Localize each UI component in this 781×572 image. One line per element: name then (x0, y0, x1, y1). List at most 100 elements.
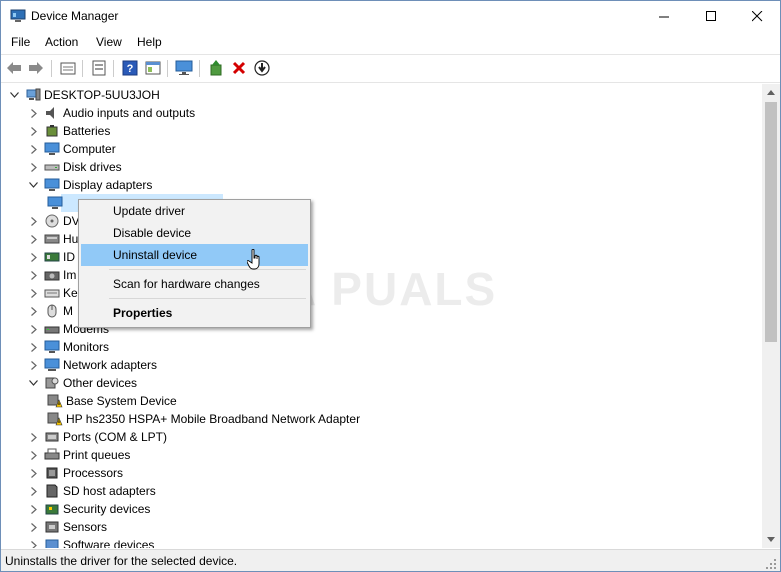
chevron-right-icon[interactable] (28, 108, 39, 119)
update-driver-icon (210, 60, 222, 76)
scroll-thumb[interactable] (765, 102, 777, 342)
tree-item-sd-host-adapters[interactable]: SD host adapters (28, 482, 156, 500)
chevron-right-icon[interactable] (28, 432, 39, 443)
chevron-right-icon[interactable] (28, 504, 39, 515)
tree-item-other-devices[interactable]: Other devices (28, 374, 137, 392)
tree-item-label: Display adapters (63, 178, 153, 192)
chevron-right-icon[interactable] (28, 450, 39, 461)
chevron-right-icon[interactable] (28, 288, 39, 299)
tree-item-sensors[interactable]: Sensors (28, 518, 107, 536)
tree-item-label: Software devices (63, 538, 155, 548)
tree-item-dv[interactable]: DV (28, 212, 80, 230)
chevron-down-icon[interactable] (28, 378, 39, 389)
port-icon (44, 430, 60, 444)
menu-view[interactable]: View (96, 35, 122, 49)
properties-button[interactable] (59, 59, 77, 77)
tree-item-security-devices[interactable]: Security devices (28, 500, 150, 518)
display-device-icon (47, 196, 63, 210)
tree-item-hu[interactable]: Hu (28, 230, 78, 248)
menu-help[interactable]: Help (137, 35, 162, 49)
tree-item-label: M (63, 304, 73, 318)
view-button[interactable] (144, 59, 162, 77)
chevron-right-icon[interactable] (28, 342, 39, 353)
tree-item-label: HP hs2350 HSPA+ Mobile Broadband Network… (66, 412, 361, 426)
chevron-right-icon[interactable] (28, 252, 39, 263)
security-icon (44, 502, 60, 516)
tree-item-label: Computer (63, 142, 116, 156)
chevron-right-icon[interactable] (28, 486, 39, 497)
ide-icon (44, 250, 60, 264)
chevron-right-icon[interactable] (28, 360, 39, 371)
minimize-button[interactable] (641, 1, 687, 32)
tree-item-id[interactable]: ID (28, 248, 75, 266)
monitor-button[interactable] (175, 59, 193, 77)
menu-item-update-driver[interactable]: Update driver (81, 200, 308, 222)
tree-item-computer[interactable]: Computer (28, 140, 116, 158)
battery-icon (44, 124, 60, 138)
status-text: Uninstalls the driver for the selected d… (5, 554, 238, 568)
close-button[interactable] (734, 1, 780, 32)
chevron-right-icon[interactable] (28, 306, 39, 317)
title-bar[interactable]: Device Manager (1, 1, 780, 32)
show-hide-button[interactable] (90, 59, 108, 77)
uninstall-button[interactable] (230, 59, 248, 77)
tree-item-monitors[interactable]: Monitors (28, 338, 109, 356)
tree-item-processors[interactable]: Processors (28, 464, 123, 482)
tree-item-base-system-device[interactable]: Base System Device (47, 392, 177, 410)
tree-item-label: Audio inputs and outputs (63, 106, 196, 120)
tree-item-display-device[interactable] (47, 194, 66, 212)
tree-item-software-devices[interactable]: Software devices (28, 536, 154, 548)
tree-item-label: Base System Device (66, 394, 177, 408)
maximize-icon (705, 11, 716, 21)
back-button[interactable] (5, 59, 23, 77)
chevron-right-icon[interactable] (28, 234, 39, 245)
vertical-scrollbar[interactable] (762, 84, 780, 548)
tree-item-m[interactable]: M (28, 302, 73, 320)
menu-item-scan-hardware[interactable]: Scan for hardware changes (81, 273, 308, 295)
tree-item-label: SD host adapters (63, 484, 156, 498)
resize-grip-icon[interactable] (765, 558, 777, 570)
menu-item-label: Disable device (113, 226, 192, 240)
menu-item-disable-device[interactable]: Disable device (81, 222, 308, 244)
tree-item-print-queues[interactable]: Print queues (28, 446, 130, 464)
tree-root[interactable]: DESKTOP-5UU3JOH (9, 86, 160, 104)
menu-file[interactable]: File (11, 35, 30, 49)
chevron-right-icon[interactable] (28, 162, 39, 173)
tree-item-display-adapters[interactable]: Display adapters (28, 176, 152, 194)
chevron-right-icon[interactable] (28, 540, 39, 548)
scroll-down-button[interactable] (762, 531, 780, 548)
chevron-right-icon[interactable] (28, 216, 39, 227)
menu-item-properties[interactable]: Properties (81, 302, 308, 324)
download-button[interactable] (253, 59, 271, 77)
tree-item-hp-hs2350-hspa-mobile-broadband-network-adapter[interactable]: HP hs2350 HSPA+ Mobile Broadband Network… (47, 410, 360, 428)
tree-item-im[interactable]: Im (28, 266, 76, 284)
context-menu: Update driver Disable device Uninstall d… (78, 199, 311, 328)
menu-action[interactable]: Action (45, 35, 78, 49)
tree-item-network-adapters[interactable]: Network adapters (28, 356, 157, 374)
tree-item-ke[interactable]: Ke (28, 284, 78, 302)
maximize-button[interactable] (688, 1, 734, 32)
menu-item-uninstall-device[interactable]: Uninstall device (81, 244, 308, 266)
keyboard-icon (44, 286, 60, 300)
update-driver-button[interactable] (207, 59, 225, 77)
tree-item-disk-drives[interactable]: Disk drives (28, 158, 122, 176)
chevron-right-icon[interactable] (28, 144, 39, 155)
tree-item-ports-com-lpt[interactable]: Ports (COM & LPT) (28, 428, 167, 446)
chevron-right-icon[interactable] (28, 270, 39, 281)
chevron-right-icon[interactable] (28, 126, 39, 137)
help-button[interactable]: ? (121, 59, 139, 77)
chevron-right-icon[interactable] (28, 468, 39, 479)
tree-item-label: DESKTOP-5UU3JOH (44, 88, 160, 102)
tree-item-batteries[interactable]: Batteries (28, 122, 110, 140)
tree-item-label: Processors (63, 466, 124, 480)
chevron-down-icon[interactable] (9, 90, 20, 101)
monitor-icon (44, 340, 60, 354)
scroll-up-button[interactable] (762, 84, 780, 101)
tree-item-label: Sensors (63, 520, 108, 534)
forward-button[interactable] (27, 59, 45, 77)
uninstall-icon (232, 61, 246, 75)
chevron-right-icon[interactable] (28, 522, 39, 533)
chevron-down-icon[interactable] (28, 180, 39, 191)
chevron-right-icon[interactable] (28, 324, 39, 335)
tree-item-audio-inputs-and-outputs[interactable]: Audio inputs and outputs (28, 104, 195, 122)
